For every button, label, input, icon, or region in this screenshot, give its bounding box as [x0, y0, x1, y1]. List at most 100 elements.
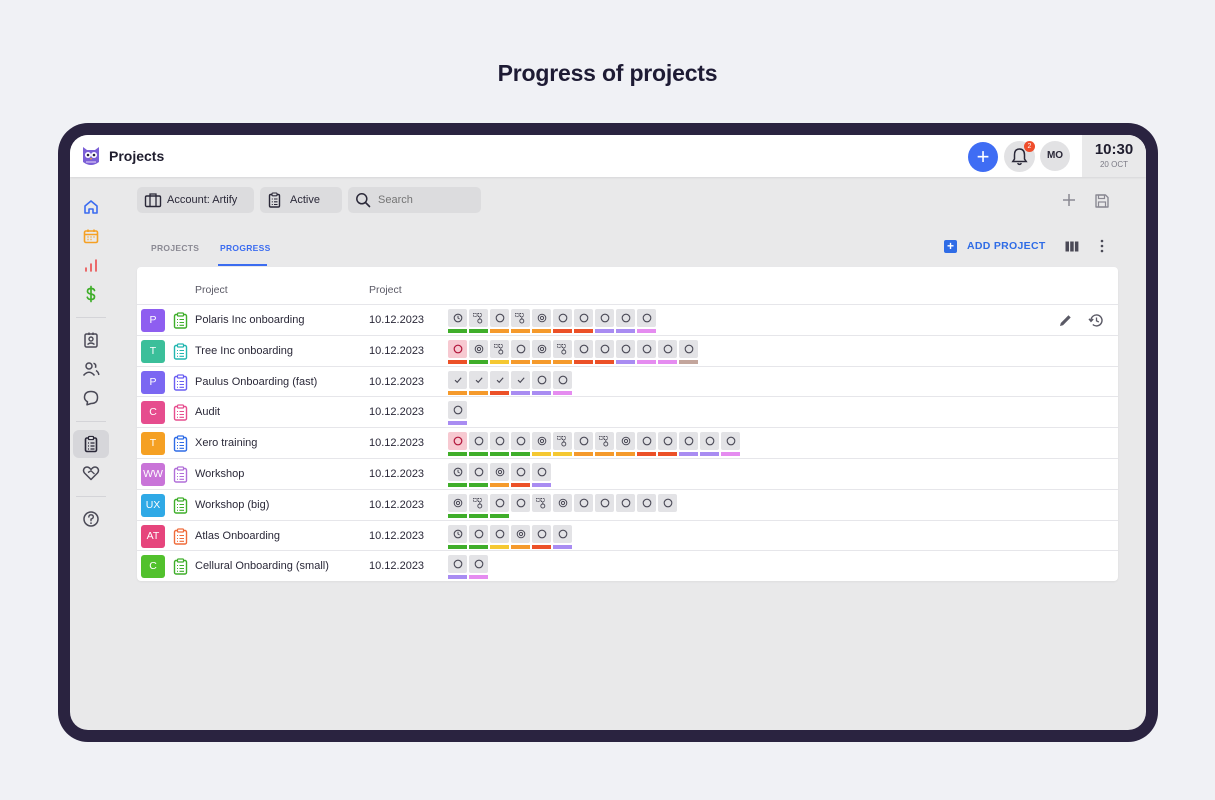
project-name[interactable]: Workshop [195, 468, 244, 480]
progress-step[interactable] [553, 524, 572, 549]
progress-step[interactable] [574, 339, 593, 364]
project-name[interactable]: Xero training [195, 437, 257, 449]
progress-step[interactable] [574, 493, 593, 518]
sidebar-item-partners[interactable] [73, 459, 109, 487]
progress-step[interactable] [700, 432, 719, 457]
progress-step[interactable] [574, 309, 593, 333]
progress-step[interactable] [511, 370, 530, 395]
edit-pencil-icon[interactable] [1058, 313, 1073, 328]
progress-step[interactable] [490, 493, 509, 518]
progress-step[interactable] [553, 370, 572, 395]
add-icon[interactable] [1062, 193, 1076, 207]
progress-step[interactable] [532, 370, 551, 395]
progress-step[interactable] [469, 463, 488, 487]
progress-step[interactable] [448, 309, 467, 333]
progress-step[interactable] [448, 339, 467, 364]
progress-step[interactable] [553, 309, 572, 333]
progress-step[interactable] [658, 432, 677, 457]
progress-step[interactable] [616, 309, 635, 333]
progress-step[interactable] [469, 339, 488, 364]
table-row[interactable]: UX Workshop (big) 10.12.2023 [137, 488, 1118, 520]
tab-progress[interactable]: PROGRESS [220, 243, 271, 253]
progress-step[interactable] [511, 432, 530, 457]
progress-step[interactable] [637, 339, 656, 364]
progress-step[interactable] [490, 370, 509, 395]
progress-step[interactable] [637, 493, 656, 518]
sidebar-item-calendar[interactable] [73, 222, 109, 250]
progress-step[interactable] [595, 493, 614, 518]
progress-step[interactable] [658, 339, 677, 364]
progress-step[interactable] [490, 463, 509, 487]
progress-step[interactable] [616, 493, 635, 518]
project-name[interactable]: Audit [195, 406, 220, 418]
progress-step[interactable] [721, 432, 740, 457]
progress-step[interactable] [679, 339, 698, 364]
columns-icon[interactable] [1065, 241, 1079, 252]
progress-step[interactable] [574, 432, 593, 457]
progress-step[interactable] [511, 493, 530, 518]
progress-step[interactable] [448, 432, 467, 457]
progress-step[interactable] [532, 463, 551, 487]
sidebar-item-reports[interactable] [73, 251, 109, 279]
progress-step[interactable] [448, 463, 467, 487]
progress-step[interactable] [532, 432, 551, 457]
project-name[interactable]: Workshop (big) [195, 499, 269, 511]
progress-step[interactable] [469, 524, 488, 549]
project-name[interactable]: Tree Inc onboarding [195, 345, 293, 357]
progress-step[interactable] [448, 555, 467, 580]
sidebar-item-projects[interactable] [73, 430, 109, 458]
sidebar-item-finance[interactable] [73, 280, 109, 308]
progress-step[interactable] [679, 432, 698, 457]
progress-step[interactable] [658, 493, 677, 518]
table-row[interactable]: C Cellural Onboarding (small) 10.12.2023 [137, 550, 1118, 581]
progress-step[interactable] [616, 432, 635, 457]
progress-step[interactable] [469, 370, 488, 395]
user-avatar[interactable]: MO [1040, 141, 1070, 171]
project-name[interactable]: Cellural Onboarding (small) [195, 560, 329, 572]
account-filter[interactable]: Account: Artify [137, 187, 254, 213]
progress-step[interactable] [448, 401, 467, 426]
progress-step[interactable] [532, 309, 551, 333]
table-row[interactable]: T Xero training 10.12.2023 [137, 427, 1118, 458]
progress-step[interactable] [595, 309, 614, 333]
progress-step[interactable] [637, 309, 656, 333]
save-icon[interactable] [1094, 193, 1110, 209]
project-name[interactable]: Paulus Onboarding (fast) [195, 376, 317, 388]
progress-step[interactable] [490, 432, 509, 457]
table-row[interactable]: AT Atlas Onboarding 10.12.2023 [137, 519, 1118, 551]
table-row[interactable]: WW Workshop 10.12.2023 [137, 458, 1118, 489]
progress-step[interactable] [637, 432, 656, 457]
progress-step[interactable] [490, 524, 509, 549]
progress-step[interactable] [490, 309, 509, 333]
progress-step[interactable] [448, 524, 467, 549]
progress-step[interactable] [490, 339, 509, 364]
progress-step[interactable] [469, 309, 488, 333]
progress-step[interactable] [511, 463, 530, 487]
project-name[interactable]: Atlas Onboarding [195, 530, 280, 542]
progress-step[interactable] [469, 555, 488, 580]
sidebar-item-home[interactable] [73, 193, 109, 221]
progress-step[interactable] [595, 432, 614, 457]
progress-step[interactable] [511, 339, 530, 364]
progress-step[interactable] [553, 432, 572, 457]
table-row[interactable]: C Audit 10.12.2023 [137, 396, 1118, 427]
progress-step[interactable] [532, 493, 551, 518]
history-icon[interactable] [1088, 313, 1104, 328]
column-header-project-date[interactable]: Project [369, 284, 402, 296]
progress-step[interactable] [448, 493, 467, 518]
status-filter[interactable]: Active [260, 187, 342, 213]
progress-step[interactable] [532, 339, 551, 364]
progress-step[interactable] [532, 524, 551, 549]
sidebar-item-messages[interactable] [73, 384, 109, 412]
sidebar-item-team[interactable] [73, 355, 109, 383]
table-row[interactable]: P Polaris Inc onboarding 10.12.2023 [137, 304, 1118, 335]
project-name[interactable]: Polaris Inc onboarding [195, 314, 304, 326]
progress-step[interactable] [511, 309, 530, 333]
more-options-icon[interactable] [1099, 239, 1105, 253]
column-header-project-name[interactable]: Project [195, 284, 228, 296]
progress-step[interactable] [469, 432, 488, 457]
table-row[interactable]: P Paulus Onboarding (fast) 10.12.2023 [137, 365, 1118, 397]
progress-step[interactable] [616, 339, 635, 364]
create-button[interactable]: + [968, 142, 998, 172]
progress-step[interactable] [448, 370, 467, 395]
